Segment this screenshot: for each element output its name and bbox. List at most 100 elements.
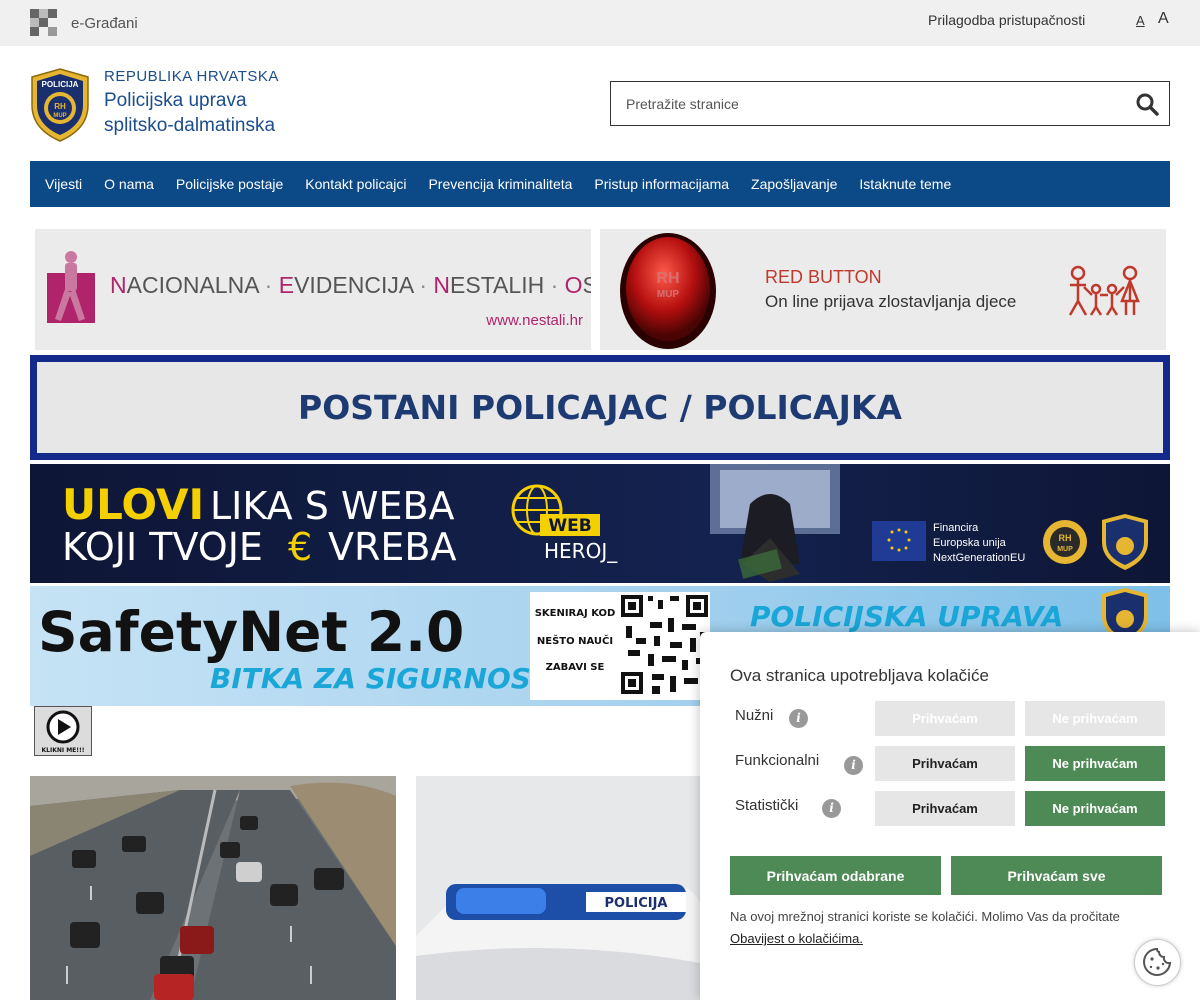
ulovi-euro: € xyxy=(288,525,312,569)
red-button-title: RED BUTTON xyxy=(765,267,882,287)
nav-item-prevencija-kriminaliteta[interactable]: Prevencija kriminaliteta xyxy=(421,176,579,192)
info-icon[interactable]: i xyxy=(822,799,841,818)
postani-policajac-banner[interactable]: POSTANI POLICAJAC / POLICAJKA xyxy=(30,355,1170,460)
accept-selected-button[interactable]: Prihvaćam odabrane xyxy=(730,856,941,895)
search-box xyxy=(610,81,1170,126)
nav-item-pristup-informacijama[interactable]: Pristup informacijama xyxy=(587,176,736,192)
nestali-url: www.nestali.hr xyxy=(485,312,583,329)
funkcionalni-reject-button[interactable]: Ne prihvaćam xyxy=(1025,746,1165,781)
cookie-row-statisticki: Statistički i Prihvaćam Ne prihvaćam xyxy=(700,791,1200,827)
web-heroj-banner[interactable]: ULOVI LIKA S WEBA KOJI TVOJE € VREBA WEB… xyxy=(30,464,1170,583)
ulovi-word: ULOVI xyxy=(62,480,204,529)
search-icon[interactable] xyxy=(1135,92,1159,116)
nestali-sep-1: · xyxy=(265,272,273,298)
nestali-letter-2: E xyxy=(279,272,294,298)
cookie-policy-link[interactable]: Obavijest o kolačićima. xyxy=(730,931,863,946)
eu-line2: Europska unija xyxy=(933,537,1007,549)
cookie-label-funkcionalni: Funkcionalni xyxy=(735,752,820,769)
main-navigation: Vijesti O nama Policijske postaje Kontak… xyxy=(30,161,1170,207)
cookie-title: Ova stranica upotrebljava kolačiće xyxy=(730,666,989,685)
eu-line3: NextGenerationEU xyxy=(933,552,1025,564)
nav-item-policijske-postaje[interactable]: Policijske postaje xyxy=(169,176,290,192)
font-size-large-button[interactable]: A xyxy=(1158,10,1169,28)
highway-image xyxy=(30,776,396,1000)
safetynet-subtitle: BITKA ZA SIGURNOST xyxy=(210,662,552,695)
info-icon[interactable]: i xyxy=(844,756,863,775)
police-car-image: POLICIJA xyxy=(416,776,716,1000)
nav-item-zaposljavanje[interactable]: Zapošljavanje xyxy=(744,176,844,192)
org-country[interactable]: REPUBLIKA HRVATSKA xyxy=(104,68,279,85)
police-car-photo[interactable]: POLICIJA xyxy=(416,776,716,1000)
cookie-settings-button[interactable] xyxy=(1134,939,1181,986)
play-video-button[interactable]: KLIKNI ME!!! xyxy=(34,706,92,756)
accessibility-link[interactable]: Prilagodba pristupačnosti xyxy=(928,12,1085,28)
nestali-word-3: ESTALIH xyxy=(450,272,544,298)
cookie-label-nuzni: Nužni xyxy=(735,707,774,724)
red-button-badge-mup: MUP xyxy=(657,289,680,300)
play-icon: KLIKNI ME!!! xyxy=(42,710,85,754)
nestali-word-1: ACIONALNA xyxy=(127,272,261,298)
ulovi-line1-rest: LIKA S WEBA xyxy=(210,484,455,528)
top-bar: e-Građani Prilagodba pristupačnosti A A xyxy=(0,0,1200,46)
web-heroj-graphic: ULOVI LIKA S WEBA KOJI TVOJE € VREBA WEB… xyxy=(30,464,1170,583)
nestali-letter-1: N xyxy=(110,272,127,298)
e-gradani-link[interactable]: e-Građani xyxy=(71,15,138,32)
eu-line1: Financira xyxy=(933,522,979,534)
nestali-sep-2: · xyxy=(419,272,427,298)
funkcionalni-accept-button[interactable]: Prihvaćam xyxy=(875,746,1015,781)
cookie-row-funkcionalni: Funkcionalni i Prihvaćam Ne prihvaćam xyxy=(700,746,1200,782)
nuzni-reject-button: Ne prihvaćam xyxy=(1025,701,1165,736)
nestali-banner-graphic: NACIONALNA · EVIDENCIJA · NESTALIH · OSO… xyxy=(47,251,591,329)
postani-banner-inner: POSTANI POLICAJAC / POLICAJKA xyxy=(37,362,1163,453)
scan-line3: ZABAVI SE xyxy=(546,662,605,673)
cookie-label-statisticki: Statistički xyxy=(735,797,799,814)
search-input[interactable] xyxy=(611,82,1121,125)
web-heroj-heroj: HEROJ_ xyxy=(544,539,618,563)
red-button-badge-rh: RH xyxy=(656,270,679,287)
nestali-word-4: SOBA xyxy=(583,272,591,298)
red-button-graphic: RH MUP RED BUTTON On line prijava zlosta… xyxy=(620,233,1140,349)
cookie-row-nuzni: Nužni i Prihvaćam Ne prihvaćam xyxy=(700,701,1200,737)
badge-text-mid: RH xyxy=(54,102,66,111)
mup-round-badge-icon: RH MUP xyxy=(1043,520,1087,564)
nav-item-o-nama[interactable]: O nama xyxy=(97,176,161,192)
postani-banner-text: POSTANI POLICAJAC / POLICAJKA xyxy=(298,388,902,427)
nestali-banner[interactable]: NACIONALNA · EVIDENCIJA · NESTALIH · OSO… xyxy=(35,229,591,350)
safetynet-title: SafetyNet 2.0 xyxy=(38,600,464,664)
red-button-banner[interactable]: RH MUP RED BUTTON On line prijava zlosta… xyxy=(600,229,1166,350)
police-car-text: POLICIJA xyxy=(605,896,668,911)
nav-item-vijesti[interactable]: Vijesti xyxy=(38,176,89,192)
nestali-word-2: VIDENCIJA xyxy=(294,272,415,298)
highway-photo[interactable] xyxy=(30,776,396,1000)
cookie-consent-panel: Ova stranica upotrebljava kolačiće Nužni… xyxy=(700,632,1200,1000)
police-badge-logo[interactable]: POLICIJA RH MUP xyxy=(29,67,91,143)
nestali-letter-3: N xyxy=(433,272,450,298)
ulovi-line2-end: VREBA xyxy=(328,525,456,569)
qr-code-icon xyxy=(620,594,710,696)
svg-text:RH: RH xyxy=(1059,533,1072,543)
play-button-label: KLIKNI ME!!! xyxy=(42,747,85,754)
badge-text-top: POLICIJA xyxy=(42,80,79,89)
nestali-letter-4: O xyxy=(565,272,583,298)
family-icon xyxy=(1068,265,1140,316)
nestali-sep-3: · xyxy=(551,272,559,298)
cookie-note: Na ovoj mrežnoj stranici koriste se kola… xyxy=(730,909,1120,924)
svg-text:MUP: MUP xyxy=(1057,546,1073,553)
org-name-line1[interactable]: Policijska uprava xyxy=(104,90,247,112)
statisticki-reject-button[interactable]: Ne prihvaćam xyxy=(1025,791,1165,826)
web-heroj-web: WEB xyxy=(548,516,591,536)
font-size-normal-button[interactable]: A xyxy=(1136,13,1145,28)
nav-item-istaknute-teme[interactable]: Istaknute teme xyxy=(852,176,958,192)
ulovi-line2-start: KOJI TVOJE xyxy=(62,525,263,569)
nav-item-kontakt-policajci[interactable]: Kontakt policajci xyxy=(298,176,413,192)
svg-text:NACIONALNA · EVIDE: NACIONALNA · EVIDENCIJA · NESTALIH · OSO… xyxy=(110,272,591,298)
cookie-icon xyxy=(1143,947,1172,976)
org-name-line2[interactable]: splitsko-dalmatinska xyxy=(104,115,275,137)
red-button-subtitle: On line prijava zlostavljanja djece xyxy=(765,292,1016,311)
info-icon[interactable]: i xyxy=(789,709,808,728)
safetynet-right-text: POLICIJSKA UPRAVA xyxy=(750,600,1063,633)
statisticki-accept-button[interactable]: Prihvaćam xyxy=(875,791,1015,826)
accept-all-button[interactable]: Prihvaćam sve xyxy=(951,856,1162,895)
badge-text-bottom: MUP xyxy=(53,113,66,119)
e-gradani-logo-icon[interactable] xyxy=(30,9,58,37)
